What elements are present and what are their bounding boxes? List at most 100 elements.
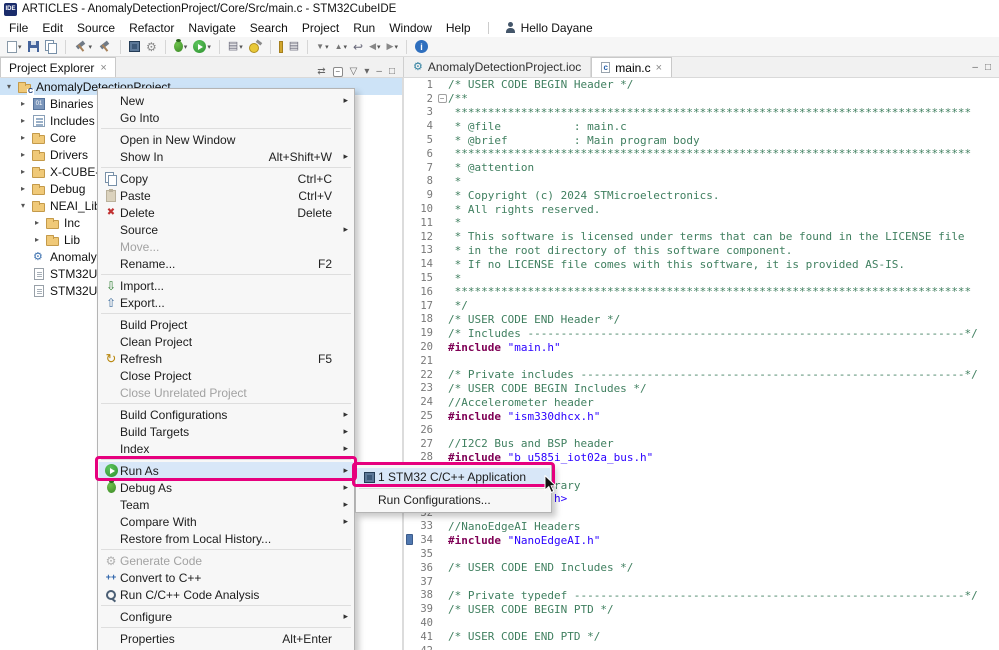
- menu-item-icon-slot: ✖: [102, 208, 120, 218]
- editor[interactable]: 1/* USER CODE BEGIN Header */2−/**3 ****…: [406, 78, 999, 650]
- expander-icon[interactable]: ▸: [32, 235, 42, 244]
- menu-window[interactable]: Window: [382, 20, 439, 36]
- maximize-icon[interactable]: □: [985, 62, 991, 73]
- user-menu[interactable]: Hello Dayane: [505, 21, 593, 35]
- menu-search[interactable]: Search: [243, 20, 295, 36]
- code-text: /* USER CODE BEGIN Header */: [448, 78, 633, 91]
- menu-project[interactable]: Project: [295, 20, 346, 36]
- menu-item-label: Properties: [120, 632, 282, 646]
- device-configuration-button[interactable]: [127, 38, 142, 56]
- menu-item-properties[interactable]: PropertiesAlt+Enter: [99, 630, 353, 647]
- editor-tab-main-c[interactable]: cmain.c×: [591, 57, 672, 77]
- menu-item-run-as[interactable]: Run As▸: [99, 462, 353, 479]
- menu-item-debug-as[interactable]: Debug As▸: [99, 479, 353, 496]
- menu-run[interactable]: Run: [346, 20, 382, 36]
- menu-item-go-into[interactable]: Go Into: [99, 109, 353, 126]
- line-number: 26: [413, 424, 436, 436]
- close-icon[interactable]: ×: [100, 62, 106, 74]
- menu-item-copy[interactable]: CopyCtrl+C: [99, 170, 353, 187]
- toggle-block-selection-button[interactable]: [277, 38, 285, 56]
- new-element-button[interactable]: ▤▾: [226, 38, 245, 56]
- forward-button[interactable]: ▶▾: [385, 38, 400, 56]
- line-annotation-ruler: [406, 354, 413, 368]
- project-explorer-tab[interactable]: Project Explorer ×: [0, 57, 116, 77]
- code-line-27: 27//I2C2 Bus and BSP header: [406, 437, 999, 451]
- submenu-item-run-configurations[interactable]: Run Configurations...: [357, 491, 550, 509]
- line-annotation-ruler: [406, 644, 413, 650]
- menu-item-open-in-new-window[interactable]: Open in New Window: [99, 131, 353, 148]
- maximize-icon[interactable]: □: [389, 67, 395, 77]
- build-button[interactable]: ▾: [72, 38, 95, 56]
- menu-item-index[interactable]: Index▸: [99, 440, 353, 457]
- build-all-button[interactable]: [96, 38, 114, 56]
- expander-icon[interactable]: ▾: [18, 201, 28, 210]
- info-button[interactable]: i: [413, 38, 430, 56]
- code-area[interactable]: 1/* USER CODE BEGIN Header */2−/**3 ****…: [406, 78, 999, 650]
- menu-refactor[interactable]: Refactor: [122, 20, 181, 36]
- expander-icon[interactable]: ▾: [4, 82, 14, 91]
- minimize-icon[interactable]: –: [972, 62, 978, 73]
- menu-edit[interactable]: Edit: [35, 20, 70, 36]
- generate-code-button[interactable]: ⚙: [144, 38, 159, 56]
- menu-item-convert-to-c[interactable]: ++Convert to C++: [99, 569, 353, 586]
- expander-icon[interactable]: ▸: [18, 99, 28, 108]
- expander-icon[interactable]: ▸: [18, 184, 28, 193]
- code-text: //NanoEdgeAI Headers: [448, 520, 580, 533]
- menu-file[interactable]: File: [2, 20, 35, 36]
- line-number: 3: [413, 106, 436, 118]
- new-element-icon: ▤: [228, 41, 238, 52]
- menu-item-source[interactable]: Source▸: [99, 221, 353, 238]
- expander-icon[interactable]: ▸: [18, 116, 28, 125]
- menu-item-restore-from-local-history[interactable]: Restore from Local History...: [99, 530, 353, 547]
- last-edit-location-button[interactable]: ↩: [351, 38, 365, 56]
- filter-icon[interactable]: ▽: [350, 67, 358, 77]
- menu-shortcut: Alt+Enter: [282, 632, 339, 646]
- editor-tab-anomalydetectionproject-ioc[interactable]: ⚙AnomalyDetectionProject.ioc: [404, 57, 591, 77]
- menu-item-run-c-c-code-analysis[interactable]: Run C/C++ Code Analysis: [99, 586, 353, 603]
- menu-item-new[interactable]: New▸: [99, 92, 353, 109]
- menu-item-show-in[interactable]: Show InAlt+Shift+W▸: [99, 148, 353, 165]
- collapse-all-icon[interactable]: −: [333, 67, 343, 77]
- save-all-button[interactable]: [43, 38, 59, 56]
- menu-item-export[interactable]: ⇧Export...: [99, 294, 353, 311]
- menu-divider: [488, 22, 489, 34]
- menu-item-clean-project[interactable]: Clean Project: [99, 333, 353, 350]
- menu-separator: [101, 403, 351, 404]
- minimize-icon[interactable]: –: [376, 67, 382, 77]
- code-text: #include "main.h": [448, 341, 561, 354]
- search-button[interactable]: [247, 38, 264, 56]
- run-button[interactable]: ▾: [191, 38, 213, 56]
- menu-item-configure[interactable]: Configure▸: [99, 608, 353, 625]
- next-annotation-button[interactable]: ▼▾: [314, 38, 330, 56]
- menu-source[interactable]: Source: [70, 20, 122, 36]
- expander-icon[interactable]: ▸: [18, 150, 28, 159]
- menu-item-import[interactable]: ⇩Import...: [99, 277, 353, 294]
- save-button[interactable]: [26, 38, 41, 56]
- menu-item-refresh[interactable]: ↻RefreshF5: [99, 350, 353, 367]
- close-icon[interactable]: ×: [656, 62, 662, 74]
- menu-item-build-targets[interactable]: Build Targets▸: [99, 423, 353, 440]
- menu-navigate[interactable]: Navigate: [181, 20, 242, 36]
- menu-item-close-project[interactable]: Close Project: [99, 367, 353, 384]
- menu-item-build-configurations[interactable]: Build Configurations▸: [99, 406, 353, 423]
- menu-item-team[interactable]: Team▸: [99, 496, 353, 513]
- menu-item-compare-with[interactable]: Compare With▸: [99, 513, 353, 530]
- menu-item-rename[interactable]: Rename...F2: [99, 255, 353, 272]
- view-menu-icon[interactable]: ▾: [364, 67, 369, 77]
- new-c-project-button[interactable]: ▾: [5, 38, 24, 56]
- previous-annotation-button[interactable]: ▲▾: [333, 38, 349, 56]
- link-with-editor-icon[interactable]: ⇄: [317, 67, 325, 77]
- back-button[interactable]: ◀▾: [367, 38, 382, 56]
- show-whitespace-button[interactable]: ▤: [287, 38, 301, 56]
- menu-item-build-project[interactable]: Build Project: [99, 316, 353, 333]
- menu-item-paste[interactable]: PasteCtrl+V: [99, 187, 353, 204]
- expander-icon[interactable]: ▸: [18, 167, 28, 176]
- save-all-icon: [45, 40, 57, 53]
- expander-icon[interactable]: ▸: [32, 218, 42, 227]
- expander-icon[interactable]: ▸: [18, 133, 28, 142]
- submenu-item-1-stm32-c-c-application[interactable]: 1 STM32 C/C++ Application: [357, 468, 550, 486]
- fold-toggle-icon[interactable]: −: [438, 94, 447, 103]
- menu-help[interactable]: Help: [439, 20, 478, 36]
- menu-item-delete[interactable]: ✖DeleteDelete: [99, 204, 353, 221]
- debug-button[interactable]: ▾: [172, 38, 190, 56]
